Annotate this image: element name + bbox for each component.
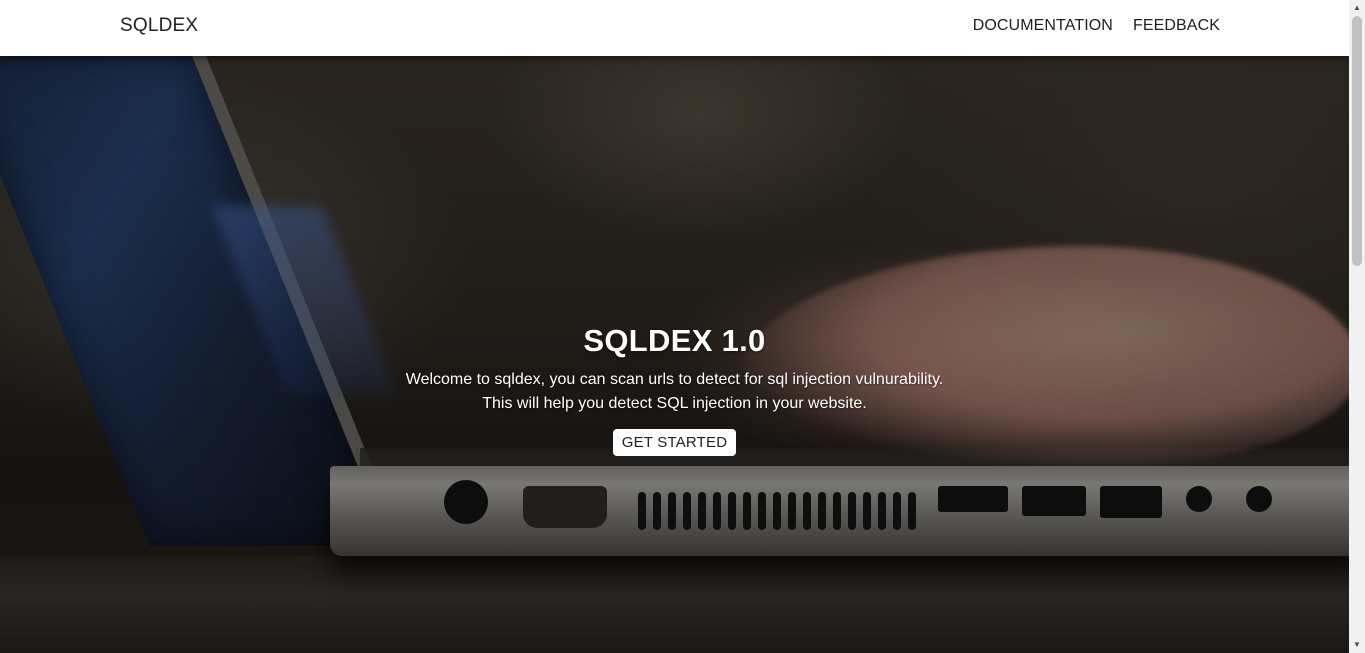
hero-description-line-2: This will help you detect SQL injection … bbox=[482, 395, 867, 412]
scroll-up-arrow-icon[interactable]: ▲ bbox=[1349, 0, 1365, 16]
page-scrollbar[interactable]: ▲ ▼ bbox=[1349, 0, 1365, 653]
hero-title: SQLDEX 1.0 bbox=[583, 323, 766, 358]
hero-description: Welcome to sqldex, you can scan urls to … bbox=[0, 368, 1349, 416]
brand-logo-link[interactable]: SQLDEX bbox=[120, 15, 198, 37]
nav-links: DOCUMENTATION FEEDBACK bbox=[973, 17, 1220, 35]
navbar: SQLDEX DOCUMENTATION FEEDBACK bbox=[0, 0, 1349, 56]
nav-link-feedback[interactable]: FEEDBACK bbox=[1133, 17, 1220, 35]
scroll-down-arrow-icon[interactable]: ▼ bbox=[1349, 637, 1365, 653]
page: SQLDEX DOCUMENTATION FEEDBACK SQLDEX 1.0… bbox=[0, 0, 1365, 653]
hero-content: SQLDEX 1.0 Welcome to sqldex, you can sc… bbox=[0, 321, 1349, 456]
get-started-button[interactable]: GET STARTED bbox=[612, 429, 737, 456]
hero-section: SQLDEX 1.0 Welcome to sqldex, you can sc… bbox=[0, 56, 1349, 653]
nav-link-documentation[interactable]: DOCUMENTATION bbox=[973, 17, 1113, 35]
scrollbar-thumb[interactable] bbox=[1352, 16, 1362, 266]
hero-description-line-1: Welcome to sqldex, you can scan urls to … bbox=[405, 371, 944, 388]
